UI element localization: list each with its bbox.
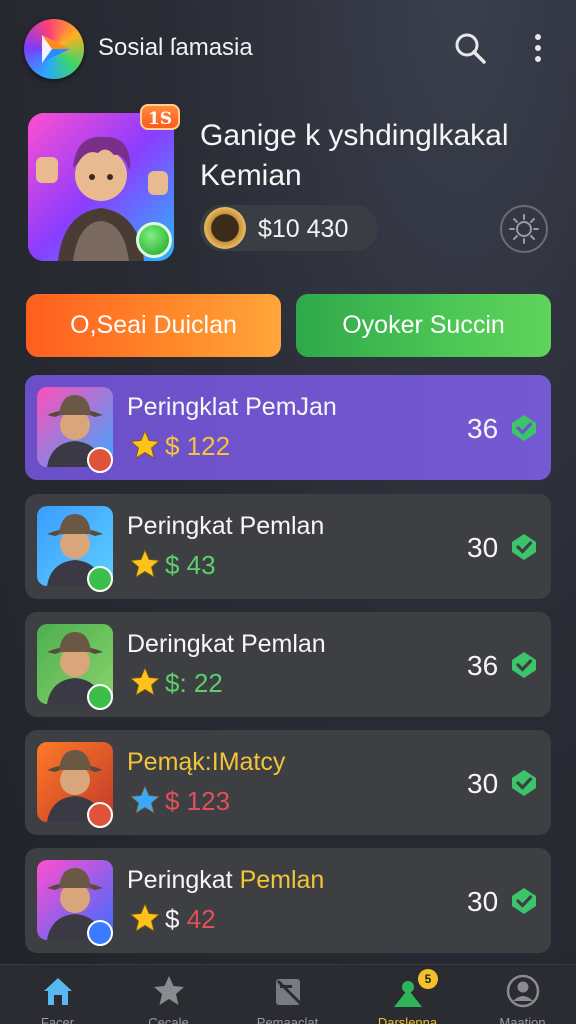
kebab-menu-icon[interactable] [528, 30, 548, 66]
home-icon [44, 978, 72, 1005]
ranking-icon [276, 979, 302, 1005]
coin-balance: $10 430 [200, 205, 378, 251]
player-name-highlight: Pemlan [239, 866, 325, 894]
gear-icon[interactable] [500, 205, 548, 253]
player-points: 30 [467, 886, 499, 917]
nav-label: Pemaaclat [256, 1015, 319, 1024]
nav-label: Cecale [148, 1015, 189, 1024]
player-points: 36 [467, 650, 499, 681]
player-score: $ 43 [165, 550, 216, 580]
coin-icon [204, 207, 246, 249]
gem-badge-icon [87, 802, 113, 828]
player-name: Pemąk:IMatcy [127, 748, 286, 776]
star-icon [130, 429, 160, 459]
check-badge-icon [512, 770, 536, 796]
player-points: 30 [467, 768, 499, 799]
leaderboard-card[interactable]: Peringkat Pemlan $ 42 30 [25, 848, 551, 953]
player-name: Peringkat Pemlan [127, 866, 324, 895]
account-icon [506, 974, 540, 1008]
nav-item-ranking[interactable]: Pemaaclat [230, 965, 345, 1024]
nav-badge: 5 [418, 969, 438, 989]
player-name: Peringkat Pemlan [127, 512, 325, 540]
star-icon [154, 976, 184, 1005]
check-badge-icon [512, 652, 536, 678]
player-score: $ 42 [165, 904, 216, 935]
gem-badge-icon [136, 222, 172, 258]
gem-badge-icon [87, 920, 113, 946]
leaderboard-card[interactable]: Pemąk:IMatcy $ 123 30 [25, 730, 551, 835]
leaderboard-card[interactable]: Peringkat Pemlan $ 43 30 [25, 494, 551, 599]
app-title: Sosial ſamasia [98, 34, 253, 61]
green-action-button[interactable]: Oyoker Succin [296, 294, 551, 357]
level-badge: 1S [140, 104, 180, 130]
nav-item-home[interactable]: Facer [0, 965, 115, 1024]
player-name: Deringkat Pemlan [127, 630, 326, 658]
star-icon [130, 784, 160, 814]
player-name-part: Peringkat [127, 866, 240, 894]
gem-badge-icon [87, 684, 113, 710]
coin-value: $10 430 [258, 215, 349, 243]
player-score: $ 122 [165, 431, 231, 461]
check-badge-icon [512, 534, 536, 560]
score-value: 42 [186, 904, 216, 934]
player-score: $ 123 [165, 786, 231, 816]
app-logo-icon[interactable] [24, 19, 84, 79]
star-icon [130, 548, 160, 578]
check-badge-icon [512, 415, 536, 441]
player-points: 30 [467, 532, 499, 563]
bottom-nav: Facer Cecale Pemaaclat 5 Darslenna Maati… [0, 964, 576, 1024]
gem-badge-icon [87, 447, 113, 473]
star-icon [130, 666, 160, 696]
gem-badge-icon [87, 566, 113, 592]
top-bar: Sosial ſamasia [0, 0, 576, 100]
search-icon[interactable] [452, 30, 488, 66]
profile-name: Ganige k yshdinglkakal Kemian [200, 119, 509, 192]
leaderboard-card[interactable]: Peringklat PemJan $ 122 36 [25, 375, 551, 480]
star-icon [130, 902, 160, 932]
nav-label: Facer [40, 1015, 75, 1024]
check-badge-icon [512, 888, 536, 914]
nav-item-darslenna[interactable]: 5 Darslenna [350, 965, 465, 1024]
nav-label: Darslenna [377, 1015, 438, 1024]
nav-item-cecale[interactable]: Cecale [111, 965, 226, 1024]
nav-label: Maation [499, 1015, 546, 1024]
score-currency: $ [165, 904, 187, 934]
player-points: 36 [467, 413, 499, 444]
player-score: $: 22 [165, 668, 223, 698]
player-name: Peringklat PemJan [127, 393, 337, 421]
leaderboard-card[interactable]: Deringkat Pemlan $: 22 36 [25, 612, 551, 717]
orange-action-button[interactable]: O,Seai Duiclan [26, 294, 281, 357]
nav-item-maation[interactable]: Maation [465, 965, 576, 1024]
